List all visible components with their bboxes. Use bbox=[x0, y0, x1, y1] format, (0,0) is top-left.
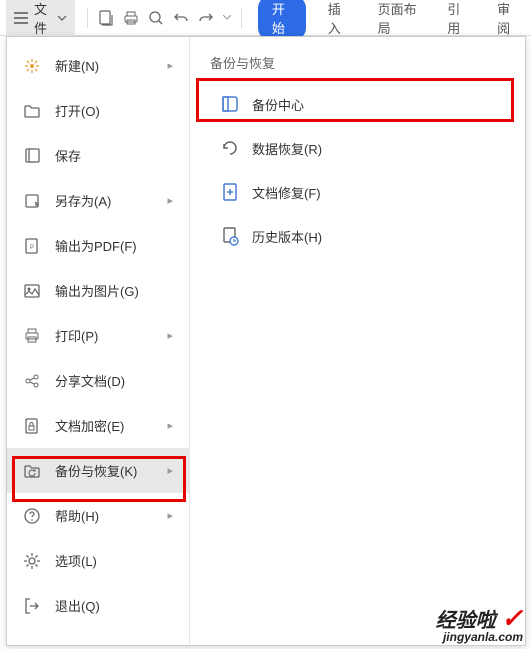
highlight-box-menu bbox=[12, 456, 186, 502]
repair-icon bbox=[220, 182, 240, 202]
chevron-right-icon: ▸ bbox=[167, 59, 173, 72]
pdf-icon: P bbox=[23, 237, 41, 255]
menu-new[interactable]: 新建(N) ▸ bbox=[7, 43, 189, 88]
menu-label: 新建(N) bbox=[55, 56, 167, 75]
watermark-url: jingyanla.com bbox=[436, 631, 523, 643]
preview-icon[interactable] bbox=[146, 6, 167, 30]
menu-print[interactable]: 打印(P) ▸ bbox=[7, 313, 189, 358]
panel-item-label: 文档修复(F) bbox=[252, 183, 321, 202]
file-menu-list: 新建(N) ▸ 打开(O) 保存 另存为(A) ▸ P 输 bbox=[7, 37, 190, 645]
menu-share[interactable]: 分享文档(D) bbox=[7, 358, 189, 403]
menu-label: 帮助(H) bbox=[55, 506, 167, 525]
recover-icon bbox=[220, 138, 240, 158]
panel-item-label: 历史版本(H) bbox=[252, 227, 322, 246]
menu-export-image[interactable]: 输出为图片(G) bbox=[7, 268, 189, 313]
menu-label: 选项(L) bbox=[55, 551, 173, 570]
ribbon-tabs: 开始 插入 页面布局 引用 审阅 bbox=[258, 0, 525, 41]
print-icon[interactable] bbox=[121, 6, 142, 30]
redo-icon[interactable] bbox=[196, 6, 217, 30]
chevron-right-icon: ▸ bbox=[167, 329, 173, 342]
new-icon bbox=[23, 57, 41, 75]
lock-icon bbox=[23, 417, 41, 435]
help-icon bbox=[23, 507, 41, 525]
submenu-panel: 备份与恢复 备份中心 数据恢复(R) 文档修复(F) 历史版本(H) bbox=[190, 37, 525, 645]
tab-layout[interactable]: 页面布局 bbox=[370, 0, 426, 41]
tab-review[interactable]: 审阅 bbox=[489, 0, 525, 41]
menu-open[interactable]: 打开(O) bbox=[7, 88, 189, 133]
chevron-right-icon: ▸ bbox=[167, 194, 173, 207]
folder-icon bbox=[23, 102, 41, 120]
panel-doc-repair[interactable]: 文档修复(F) bbox=[206, 170, 505, 214]
chevron-right-icon: ▸ bbox=[167, 509, 173, 522]
menu-saveas[interactable]: 另存为(A) ▸ bbox=[7, 178, 189, 223]
image-icon bbox=[23, 282, 41, 300]
menu-label: 打印(P) bbox=[55, 326, 167, 345]
panel-item-label: 数据恢复(R) bbox=[252, 139, 322, 158]
print-icon bbox=[23, 327, 41, 345]
panel-title: 备份与恢复 bbox=[206, 53, 505, 72]
separator bbox=[241, 8, 242, 28]
new-doc-icon[interactable] bbox=[96, 6, 117, 30]
hamburger-icon bbox=[14, 12, 28, 24]
history-icon bbox=[220, 226, 240, 246]
share-icon bbox=[23, 372, 41, 390]
saveas-icon bbox=[23, 192, 41, 210]
exit-icon bbox=[23, 597, 41, 615]
file-menu-button[interactable]: 文件 bbox=[6, 0, 75, 41]
watermark-text: 经验啦 ✓ bbox=[436, 605, 523, 631]
highlight-box-panel bbox=[196, 78, 514, 122]
save-icon bbox=[23, 147, 41, 165]
file-dropdown: 新建(N) ▸ 打开(O) 保存 另存为(A) ▸ P 输 bbox=[6, 36, 526, 646]
tab-reference[interactable]: 引用 bbox=[439, 0, 475, 41]
menu-label: 输出为PDF(F) bbox=[55, 236, 173, 255]
separator bbox=[87, 8, 88, 28]
chevron-down-icon bbox=[57, 15, 67, 21]
menu-encrypt[interactable]: 文档加密(E) ▸ bbox=[7, 403, 189, 448]
menu-label: 打开(O) bbox=[55, 101, 173, 120]
menu-export-pdf[interactable]: P 输出为PDF(F) bbox=[7, 223, 189, 268]
svg-text:P: P bbox=[30, 245, 34, 251]
menu-label: 分享文档(D) bbox=[55, 371, 173, 390]
menu-label: 另存为(A) bbox=[55, 191, 167, 210]
gear-icon bbox=[23, 552, 41, 570]
file-button-label: 文件 bbox=[34, 0, 53, 37]
panel-history[interactable]: 历史版本(H) bbox=[206, 214, 505, 258]
chevron-right-icon: ▸ bbox=[167, 419, 173, 432]
menu-save[interactable]: 保存 bbox=[7, 133, 189, 178]
chevron-down-icon[interactable] bbox=[223, 15, 231, 20]
menu-label: 文档加密(E) bbox=[55, 416, 167, 435]
menu-label: 保存 bbox=[55, 146, 173, 165]
undo-icon[interactable] bbox=[171, 6, 192, 30]
menu-options[interactable]: 选项(L) bbox=[7, 538, 189, 583]
menu-label: 输出为图片(G) bbox=[55, 281, 173, 300]
top-toolbar: 文件 开始 插入 页面布局 引用 审阅 bbox=[0, 0, 531, 36]
menu-label: 退出(Q) bbox=[55, 596, 173, 615]
check-icon: ✓ bbox=[501, 603, 523, 633]
tab-start[interactable]: 开始 bbox=[258, 0, 306, 40]
tab-insert[interactable]: 插入 bbox=[320, 0, 356, 41]
panel-data-recover[interactable]: 数据恢复(R) bbox=[206, 126, 505, 170]
menu-exit[interactable]: 退出(Q) bbox=[7, 583, 189, 628]
watermark: 经验啦 ✓ jingyanla.com bbox=[436, 605, 523, 643]
